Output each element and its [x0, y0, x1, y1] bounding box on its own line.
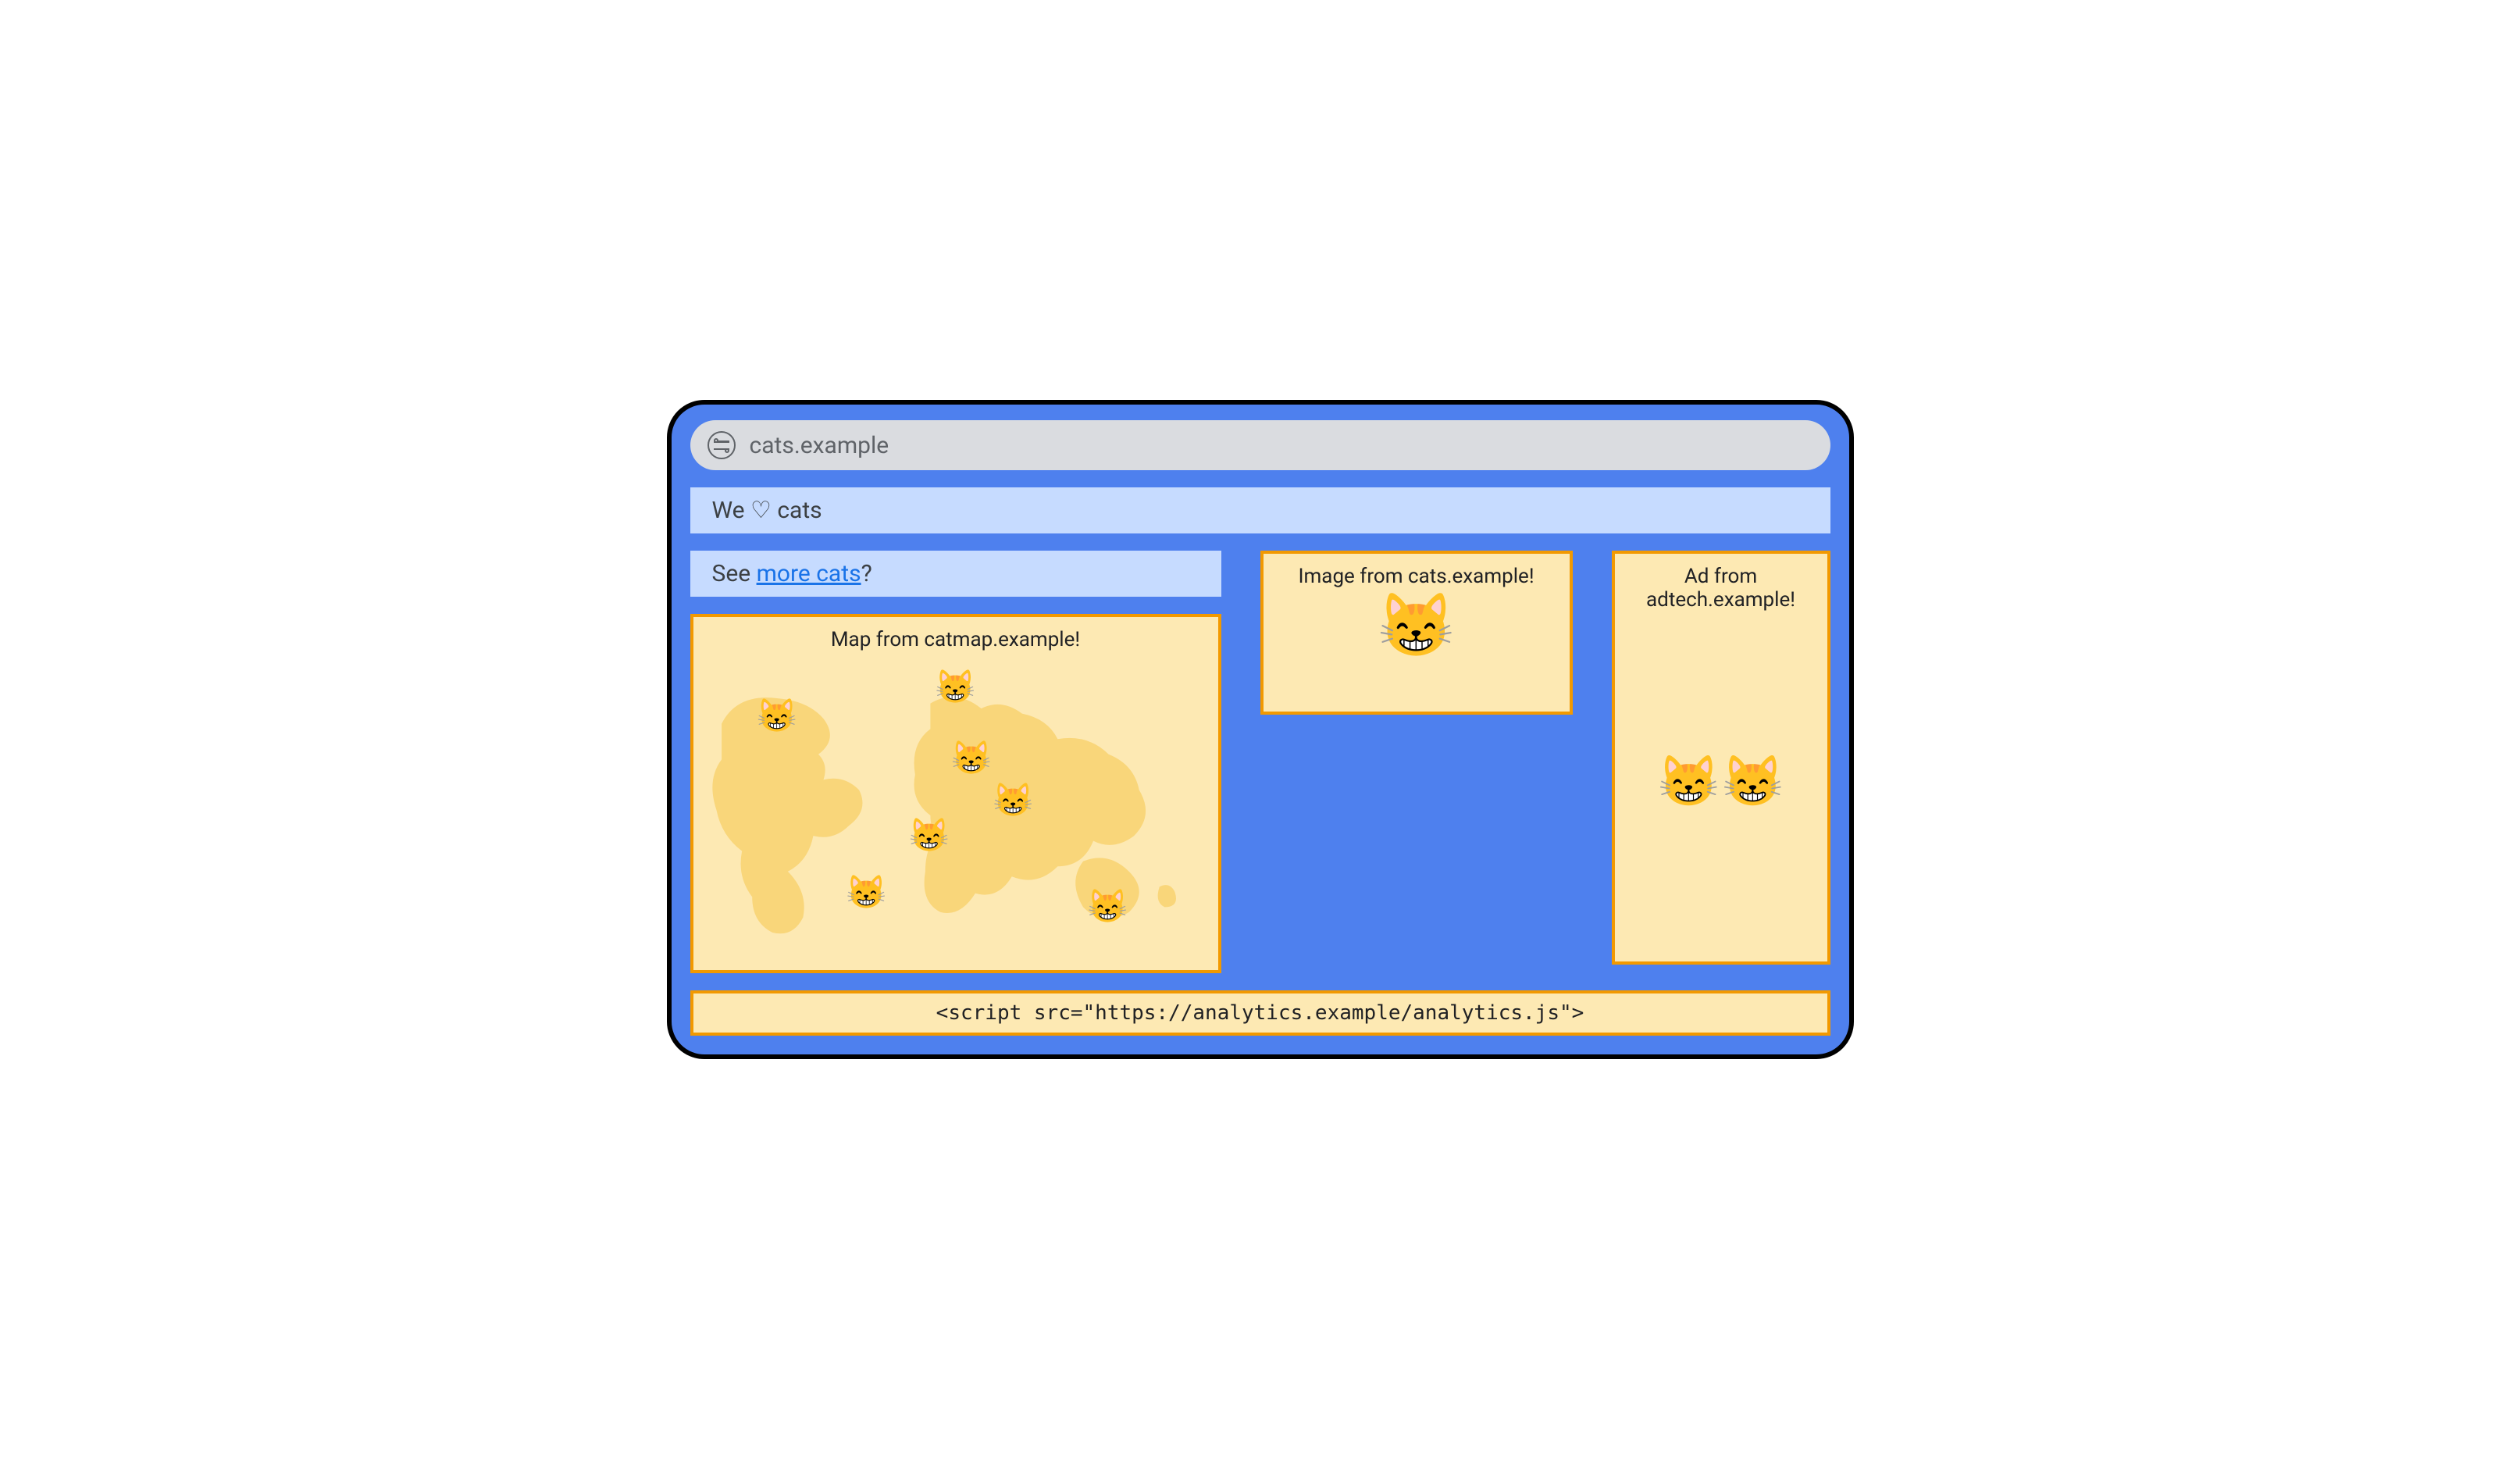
cat-marker-icon: 😸 — [993, 782, 1033, 820]
ad-label: Ad from adtech.example! — [1623, 565, 1820, 612]
image-label: Image from cats.example! — [1271, 565, 1562, 588]
script-tag-bar: <script src="https://analytics.example/a… — [690, 990, 1830, 1036]
cat-icon: 😸 — [1658, 752, 1720, 811]
more-cats-link[interactable]: more cats — [757, 560, 861, 587]
see-more-prefix: See — [712, 560, 757, 587]
see-more-suffix: ? — [861, 560, 872, 587]
map-panel: Map from catmap.example! 😸😸😸😸😸😸😸 — [690, 614, 1221, 973]
cat-icon: 😸 — [1271, 594, 1562, 657]
cat-marker-icon: 😸 — [846, 873, 886, 911]
address-bar[interactable]: cats.example — [690, 420, 1830, 470]
cat-marker-icon: 😸 — [757, 697, 797, 735]
content-area: See more cats? Map from catmap.example! … — [690, 551, 1830, 973]
map-label: Map from catmap.example! — [701, 628, 1210, 651]
url-text: cats.example — [750, 432, 889, 459]
cat-marker-icon: 😸 — [909, 817, 950, 855]
browser-window: cats.example We ♡ cats See more cats? Ma… — [667, 400, 1854, 1059]
cat-marker-icon: 😸 — [951, 739, 992, 777]
see-more-bar: See more cats? — [690, 551, 1221, 597]
cat-marker-icon: 😸 — [1087, 887, 1128, 926]
page-title: We ♡ cats — [690, 487, 1830, 533]
cat-marker-icon: 😸 — [935, 669, 975, 707]
cat-icon: 😸 — [1722, 752, 1784, 811]
tune-icon[interactable] — [708, 431, 736, 459]
ad-panel: Ad from adtech.example! 😸 😸 — [1612, 551, 1830, 965]
image-panel: Image from cats.example! 😸 — [1260, 551, 1573, 715]
